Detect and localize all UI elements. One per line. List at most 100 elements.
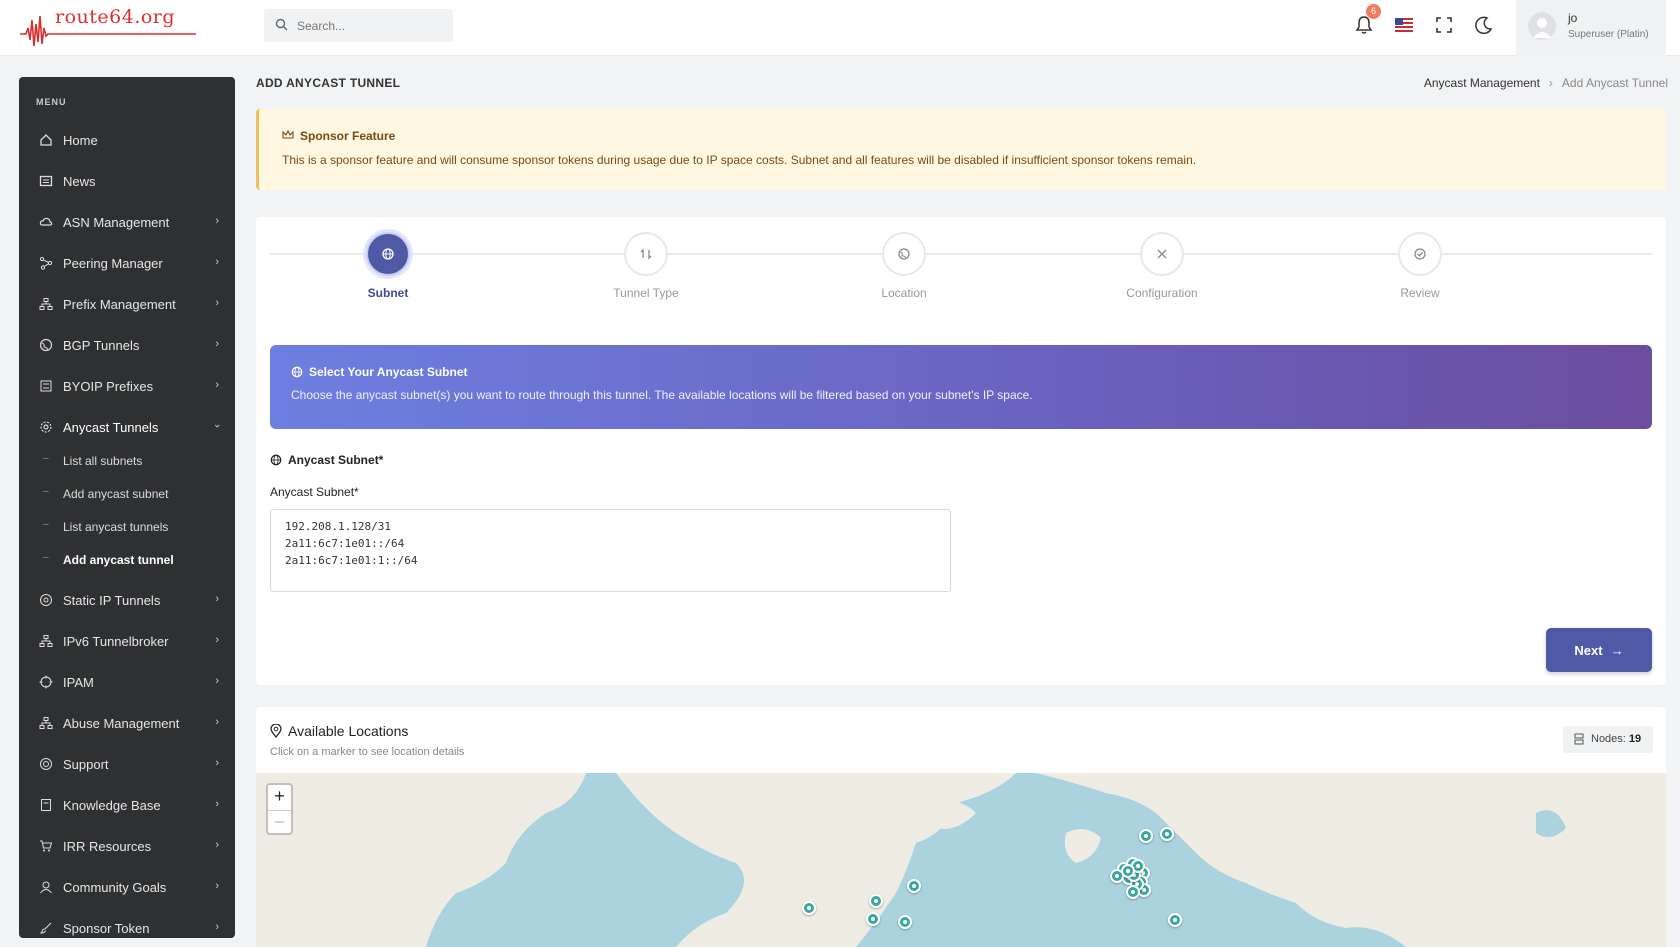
sidebar-subitem-list-anycast-tunnels[interactable]: – List anycast tunnels: [19, 512, 235, 542]
sidebar-item-abuse-management[interactable]: Abuse Management ›: [19, 704, 235, 742]
crown-icon: [282, 130, 294, 139]
subnet-multiselect[interactable]: 192.208.1.128/31 2a11:6c7:1e01::/64 2a11…: [270, 509, 951, 592]
location-marker[interactable]: [898, 915, 912, 929]
sidebar-item-sponsor-token[interactable]: Sponsor Token ›: [19, 909, 235, 938]
chevron-right-icon: ›: [215, 215, 219, 227]
locations-card: Available Locations Click on a marker to…: [256, 707, 1666, 947]
globe-icon: [291, 366, 303, 378]
home-icon: [40, 134, 52, 146]
subnet-group-title: Anycast Subnet*: [270, 453, 383, 467]
nodes-count-badge: Nodes: 19: [1563, 726, 1653, 753]
subnet-option[interactable]: 192.208.1.128/31: [285, 518, 936, 535]
sidebar-item-bgp-tunnels[interactable]: BGP Tunnels ›: [19, 326, 235, 364]
nodes-count: 19: [1628, 733, 1642, 745]
page-title: ADD ANYCAST TUNNEL: [256, 76, 401, 90]
logo[interactable]: route64.org: [18, 6, 208, 50]
location-marker[interactable]: [1126, 885, 1140, 899]
sitemap-icon: [39, 298, 53, 310]
fullscreen-icon[interactable]: [1433, 14, 1455, 36]
subnet-option[interactable]: 2a11:6c7:1e01:1::/64: [285, 552, 936, 569]
subnet-option[interactable]: 2a11:6c7:1e01::/64: [285, 535, 936, 552]
sidebar-item-prefix-management[interactable]: Prefix Management ›: [19, 285, 235, 323]
alert-title: Sponsor Feature: [282, 129, 395, 143]
sidebar-item-ipv6-tunnelbroker[interactable]: IPv6 Tunnelbroker ›: [19, 622, 235, 660]
breadcrumb-link[interactable]: Anycast Management: [1424, 76, 1540, 90]
sidebar-item-label: Static IP Tunnels: [63, 593, 161, 608]
world-map[interactable]: + −: [256, 773, 1666, 947]
search-input[interactable]: [297, 9, 447, 42]
sidebar-item-label: BYOIP Prefixes: [63, 379, 154, 394]
chevron-right-icon: ›: [215, 880, 219, 892]
zoom-in-button[interactable]: +: [268, 785, 291, 809]
chevron-right-icon: ›: [215, 338, 219, 350]
lifebuoy-icon: [40, 758, 52, 770]
location-marker[interactable]: [866, 912, 880, 926]
user-name: jo: [1568, 11, 1578, 25]
alert-title-text: Sponsor Feature: [300, 129, 396, 143]
search-box[interactable]: [264, 9, 453, 42]
sidebar-item-label: ASN Management: [63, 215, 170, 230]
sidebar: MENU Home News ASN Management › Peering …: [19, 77, 235, 938]
sidebar-item-peering-manager[interactable]: Peering Manager ›: [19, 244, 235, 282]
globe-icon: [898, 248, 910, 260]
sidebar-item-byoip-prefixes[interactable]: BYOIP Prefixes ›: [19, 367, 235, 405]
sidebar-subitem-label: List all subnets: [63, 454, 143, 468]
sidebar-item-label: Prefix Management: [63, 297, 176, 312]
step-location[interactable]: Location: [844, 232, 964, 312]
us-flag-icon[interactable]: [1393, 14, 1415, 36]
location-marker[interactable]: [1121, 864, 1135, 878]
step-label: Review: [1400, 286, 1440, 300]
step-review[interactable]: Review: [1360, 232, 1480, 312]
location-marker[interactable]: [907, 879, 921, 893]
step-configuration[interactable]: Configuration: [1102, 232, 1222, 312]
sidebar-item-home[interactable]: Home: [19, 121, 235, 159]
sidebar-subitem-add-anycast-subnet[interactable]: – Add anycast subnet: [19, 479, 235, 509]
sidebar-item-static-ip-tunnels[interactable]: Static IP Tunnels ›: [19, 581, 235, 619]
location-marker[interactable]: [1160, 827, 1174, 841]
notification-badge: 6: [1366, 4, 1381, 19]
sidebar-item-ipam[interactable]: IPAM ›: [19, 663, 235, 701]
users-icon: [40, 881, 52, 894]
banner-title-text: Select Your Anycast Subnet: [309, 365, 468, 379]
chevron-right-icon: ›: [215, 256, 219, 268]
arrow-right-icon: →: [1610, 642, 1624, 658]
sidebar-item-anycast-tunnels[interactable]: Anycast Tunnels ›: [19, 408, 235, 446]
chevron-right-icon: ›: [215, 379, 219, 391]
step-circle: [624, 232, 668, 276]
cart-icon: [40, 840, 53, 852]
zoom-out-button[interactable]: −: [268, 810, 291, 834]
sidebar-item-news[interactable]: News: [19, 162, 235, 200]
step-circle: [1398, 232, 1442, 276]
sidebar-item-label: News: [63, 174, 96, 189]
step-tunnel-type[interactable]: Tunnel Type: [586, 232, 706, 312]
tools-icon: [1157, 249, 1167, 259]
sidebar-item-support[interactable]: Support ›: [19, 745, 235, 783]
step-label: Configuration: [1126, 286, 1198, 300]
next-button[interactable]: Next →: [1546, 628, 1652, 672]
sidebar-item-label: IPv6 Tunnelbroker: [63, 634, 169, 649]
subnet-field-label: Anycast Subnet*: [270, 485, 359, 499]
sidebar-item-label: BGP Tunnels: [63, 338, 140, 353]
banner-text: Choose the anycast subnet(s) you want to…: [291, 388, 1033, 402]
moon-icon[interactable]: [1473, 14, 1495, 36]
location-marker[interactable]: [802, 901, 816, 915]
breadcrumb-current: Add Anycast Tunnel: [1561, 76, 1668, 90]
nodes-label: Nodes:: [1591, 733, 1626, 745]
sidebar-item-community-goals[interactable]: Community Goals ›: [19, 868, 235, 906]
location-marker[interactable]: [1139, 829, 1153, 843]
network-icon: [40, 594, 52, 606]
sidebar-item-irr-resources[interactable]: IRR Resources ›: [19, 827, 235, 865]
chevron-right-icon: ›: [215, 675, 219, 687]
chevron-right-icon: ›: [215, 839, 219, 851]
menu-title: MENU: [36, 97, 67, 107]
sidebar-item-asn-management[interactable]: ASN Management ›: [19, 203, 235, 241]
sidebar-subitem-add-anycast-tunnel[interactable]: – Add anycast tunnel: [19, 545, 235, 575]
sidebar-item-knowledge-base[interactable]: Knowledge Base ›: [19, 786, 235, 824]
step-subnet[interactable]: Subnet: [328, 232, 448, 312]
banner-title: Select Your Anycast Subnet: [291, 365, 468, 379]
chevron-right-icon: ›: [215, 593, 219, 605]
sidebar-subitem-list-all-subnets[interactable]: – List all subnets: [19, 446, 235, 476]
dash-icon: –: [43, 552, 49, 563]
user-menu[interactable]: jo Superuser (Platin): [1516, 0, 1666, 56]
location-marker[interactable]: [869, 894, 883, 908]
